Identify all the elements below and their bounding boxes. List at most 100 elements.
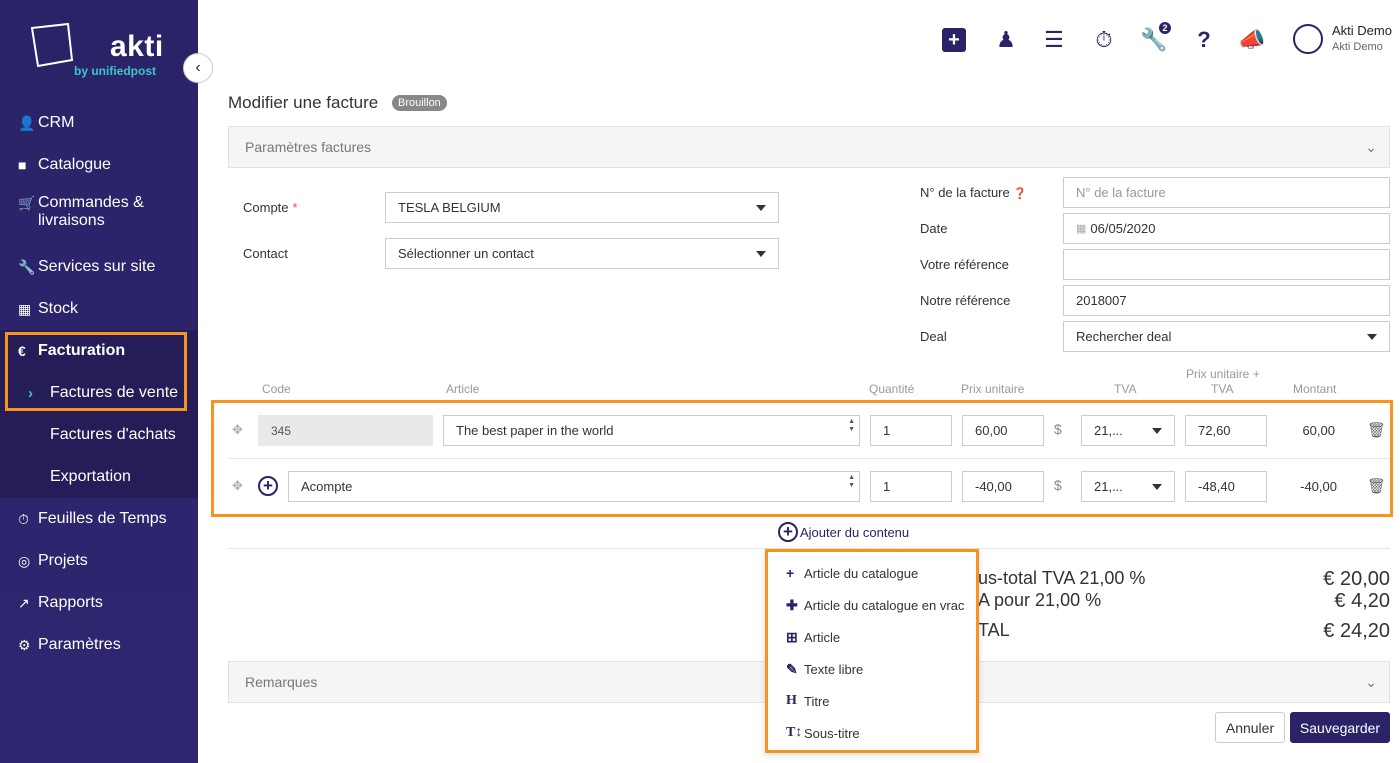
highlight-lines (211, 400, 1393, 517)
plus-square-icon: ✚ (786, 596, 798, 613)
user-avatar[interactable] (1293, 24, 1323, 54)
sidebar-collapse-button[interactable]: ‹ (183, 53, 213, 83)
user-list-icon: ♟ (996, 27, 1016, 52)
sidebar-item-catalogue[interactable]: ■ Catalogue (0, 144, 198, 186)
date-label: Date (920, 221, 948, 236)
timer-button[interactable]: ⏱ (1090, 26, 1118, 54)
sidebar-item-label: Commandes & livraisons (38, 194, 144, 229)
user-icon: 👤 (18, 114, 36, 131)
logo-mark-icon (30, 22, 74, 68)
compte-label: Compte * (243, 200, 298, 215)
votre-ref-input[interactable] (1063, 249, 1390, 280)
compte-select[interactable]: TESLA BELGIUM (385, 192, 779, 223)
col-header-article: Article (446, 382, 480, 396)
sidebar-item-label: Factures d'achats (50, 426, 176, 443)
plus-square-outline-icon: ⊞ (786, 628, 798, 645)
notre-ref-value: 2018007 (1076, 293, 1127, 308)
deal-placeholder: Rechercher deal (1076, 329, 1172, 344)
brand-name: akti (110, 30, 164, 63)
caret-down-icon (756, 205, 766, 211)
sidebar-item-services[interactable]: 🔧 Services sur site (0, 246, 198, 288)
cancel-button[interactable]: Annuler (1215, 712, 1285, 743)
params-panel-header[interactable]: Paramètres factures ⌄ (228, 126, 1390, 168)
compte-value: TESLA BELGIUM (398, 200, 501, 215)
invoice-no-placeholder: N° de la facture (1076, 185, 1166, 200)
sidebar-item-label: Rapports (38, 594, 103, 611)
question-icon: ? (1197, 27, 1211, 52)
user-name[interactable]: Akti Demo (1332, 23, 1392, 38)
question-circle-icon: ❓ (1013, 188, 1028, 200)
add-content-button[interactable]: + Ajouter du contenu (778, 522, 909, 542)
date-input[interactable]: ▦ 06/05/2020 (1063, 213, 1390, 244)
sidebar-item-label: Paramètres (38, 636, 121, 653)
sidebar-item-projets[interactable]: ◎ Projets (0, 540, 198, 582)
menu-item-article-catalogue[interactable]: + Article du catalogue (768, 557, 976, 589)
total-label: TAL (978, 620, 1010, 640)
subtotal-value: € 20,00 (1323, 568, 1390, 590)
menu-item-article-catalogue-vrac[interactable]: ✚ Article du catalogue en vrac (768, 589, 976, 621)
heading-icon: H (786, 693, 797, 708)
contact-select[interactable]: Sélectionner un contact (385, 238, 779, 269)
vat-total-label: A pour 21,00 % (978, 590, 1102, 610)
sidebar-item-crm[interactable]: 👤 CRM (0, 102, 198, 144)
add-content-label: Ajouter du contenu (800, 524, 910, 540)
book-icon: ■ (18, 157, 27, 173)
cubes-icon: ▦ (18, 300, 32, 317)
wrench-icon: 🔧 (18, 258, 36, 275)
announcements-button[interactable]: 📣 (1238, 26, 1266, 54)
deal-select[interactable]: Rechercher deal (1063, 321, 1390, 352)
total-value: € 24,20 (1323, 620, 1390, 642)
chart-icon: ↗ (18, 594, 30, 611)
sidebar-item-feuilles-temps[interactable]: ⏱ Feuilles de Temps (0, 498, 198, 540)
date-value: 06/05/2020 (1090, 221, 1156, 236)
menu-item-article[interactable]: ⊞ Article (768, 621, 976, 653)
subtotal-label: us-total TVA 21,00 % (978, 568, 1146, 588)
sidebar: akti by unifiedpost 👤 CRM ■ Catalogue 🛒 Com… (0, 0, 198, 763)
menu-item-texte-libre[interactable]: ✎ Texte libre (768, 653, 976, 685)
tasks-button[interactable]: ☰ (1040, 26, 1068, 54)
contact-label: Contact (243, 246, 288, 261)
contact-placeholder: Sélectionner un contact (398, 246, 534, 261)
col-header-quantite: Quantité (869, 382, 915, 396)
sidebar-subitem-exportation[interactable]: Exportation (0, 456, 198, 498)
save-button[interactable]: Sauvegarder (1290, 712, 1390, 743)
sidebar-item-commandes[interactable]: 🛒 Commandes & livraisons (0, 186, 198, 246)
notre-ref-input[interactable]: 2018007 (1063, 285, 1390, 316)
col-header-tva: TVA (1114, 382, 1137, 396)
sidebar-item-label: Projets (38, 552, 88, 569)
menu-item-sous-titre[interactable]: T↕ Sous-titre (768, 717, 976, 749)
sidebar-item-label: Services sur site (38, 258, 156, 275)
page-title: Modifier une facture (228, 93, 379, 112)
calendar-icon: ▦ (1076, 223, 1087, 235)
col-header-prix-unitaire: Prix unitaire (961, 382, 1025, 396)
panel-title: Paramètres factures (245, 139, 372, 155)
checklist-icon: ☰ (1044, 27, 1064, 52)
tools-button[interactable]: 🔧 2 (1140, 21, 1172, 54)
sidebar-item-label: Exportation (50, 468, 131, 485)
akti-logo[interactable]: akti by unifiedpost (28, 20, 178, 90)
sidebar-item-parametres[interactable]: ⚙ Paramètres (0, 624, 198, 666)
contacts-list-button[interactable]: ♟ (992, 26, 1020, 54)
sidebar-item-stock[interactable]: ▦ Stock (0, 288, 198, 330)
gear-icon: ⚙ (18, 636, 31, 653)
menu-item-titre[interactable]: H Titre (768, 685, 976, 717)
add-content-menu: + Article du catalogue ✚ Article du catalo… (765, 549, 979, 753)
highlight-facturation (5, 332, 187, 411)
chevron-left-icon: ‹ (195, 59, 201, 76)
invoice-no-input[interactable]: N° de la facture (1063, 177, 1390, 208)
stopwatch-icon: ⏱ (1095, 27, 1113, 52)
plus-icon: + (948, 28, 960, 51)
megaphone-icon: 📣 (1238, 27, 1266, 52)
quick-add-button[interactable]: + (942, 28, 966, 52)
caret-down-icon (1367, 334, 1377, 340)
notre-ref-label: Notre référence (920, 293, 1011, 308)
user-org: Akti Demo (1332, 41, 1383, 53)
sidebar-subitem-factures-achats[interactable]: Factures d'achats (0, 414, 198, 456)
sidebar-item-label: Catalogue (38, 156, 111, 173)
status-badge: Brouillon (392, 95, 447, 111)
col-header-prix-ttc: Prix unitaire + (1186, 367, 1260, 381)
sidebar-item-rapports[interactable]: ↗ Rapports (0, 582, 198, 624)
cart-icon: 🛒 (18, 195, 36, 211)
help-button[interactable]: ? (1190, 26, 1218, 54)
text-height-icon: T↕ (786, 725, 803, 740)
